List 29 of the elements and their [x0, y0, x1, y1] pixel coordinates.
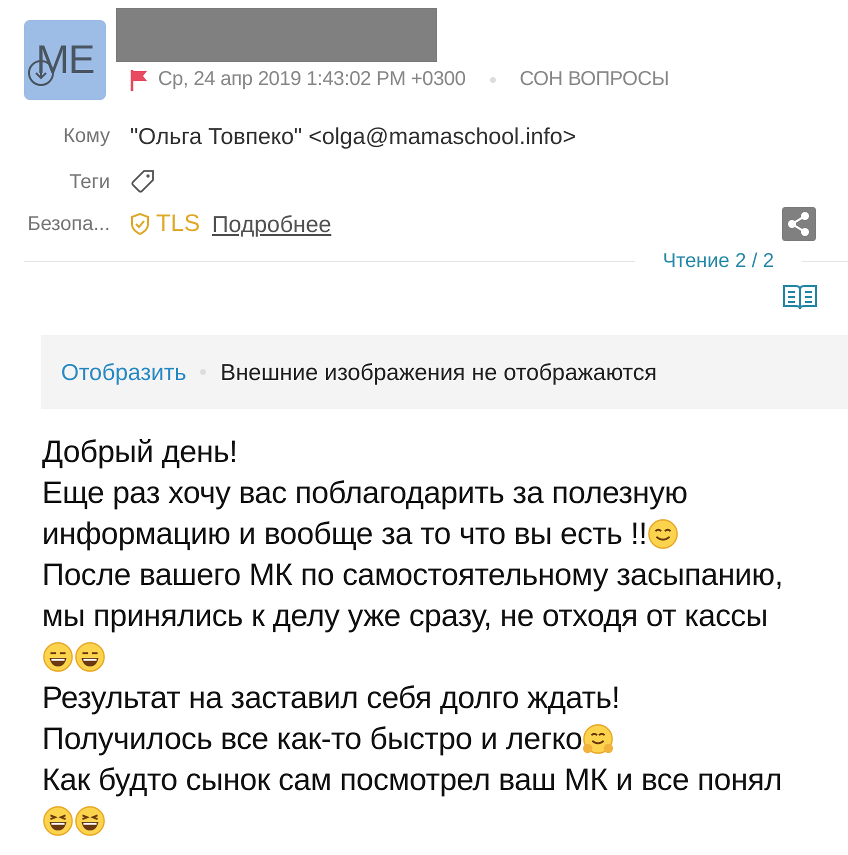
message-text-line: мы принялись к делу уже сразу, не отходя от кассы	[42, 598, 768, 634]
message-text-line: информацию и вообще за то что вы есть !!	[42, 516, 648, 552]
message-date: Ср, 24 апр 2019 1:43:02 PM +0300	[158, 68, 466, 91]
share-icon[interactable]	[782, 207, 816, 241]
field-label: Теги	[68, 170, 110, 194]
reading-counter: Чтение 2 / 2	[662, 250, 775, 273]
message-text-line: После вашего МК по самостоятельному засыпанию,	[42, 556, 783, 592]
message-text-line: Результат на заставил себя долго ждать!	[42, 680, 620, 716]
message-text-line: Еще раз хочу вас поблагодарить за полезную	[42, 474, 688, 510]
details-link[interactable]: Подробнее	[212, 210, 332, 238]
hugging-face-icon	[582, 722, 614, 754]
security-protocol: TLS	[156, 210, 200, 238]
field-label: Кому	[62, 124, 110, 148]
message-text-line: Получилось все как-то быстро и легко	[42, 720, 582, 756]
banner-message: Внешние изображения не отображаются	[220, 358, 657, 386]
message-text-line: Как будто сынок сам посмотрел ваш МК и все понял	[42, 762, 782, 798]
laughing-face-icon	[74, 804, 106, 836]
message-text-line: Добрый день!	[42, 434, 238, 470]
grinning-face-icon	[42, 640, 74, 672]
tag-icon[interactable]	[130, 169, 156, 195]
laughing-face-icon	[42, 804, 74, 836]
recipient-address: "Ольга Товпеко" <olga@mamaschool.info>	[130, 122, 576, 150]
smiling-face-icon	[647, 518, 680, 550]
grinning-face-icon	[74, 640, 106, 672]
flag-icon[interactable]	[130, 68, 148, 90]
folder-name: СОН ВОПРОСЫ	[520, 68, 670, 91]
book-icon[interactable]	[782, 283, 818, 311]
shield-icon	[130, 213, 150, 235]
field-label: Безопа...	[26, 212, 110, 236]
